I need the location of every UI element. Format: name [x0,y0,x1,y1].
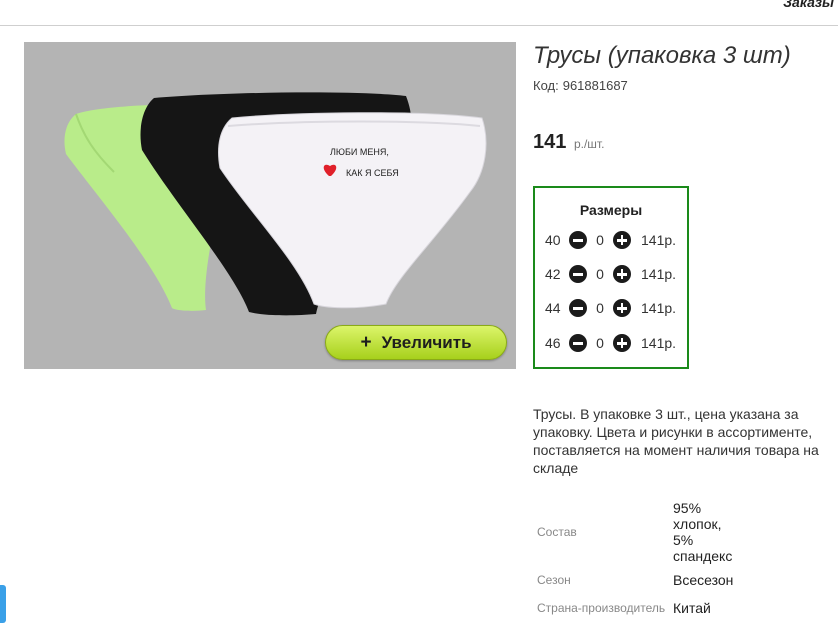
size-price: 141р. [641,300,677,316]
zoom-button[interactable]: + Увеличить [325,325,507,360]
season-label: Сезон [537,573,571,587]
quantity-value: 0 [596,300,604,316]
product-title: Трусы (упаковка 3 шт) [533,42,791,69]
product-code-label: Код: [533,78,559,93]
size-price: 141р. [641,266,677,282]
composition-value: 95% хлопок, 5% спандекс [673,500,733,564]
print-text-line1: ЛЮБИ МЕНЯ, [330,147,389,157]
size-label: 44 [545,300,561,316]
decrease-button[interactable] [569,265,587,283]
size-row-44: 44 0 141р. [545,298,685,318]
quantity-value: 0 [596,266,604,282]
orders-link[interactable]: Заказы [783,0,834,10]
decrease-button[interactable] [569,231,587,249]
increase-button[interactable] [613,299,631,317]
product-photo: ЛЮБИ МЕНЯ, КАК Я СЕБЯ [64,92,487,316]
minus-icon [573,239,583,242]
increase-button[interactable] [613,265,631,283]
price-unit: р./шт. [573,137,605,151]
print-text-line2: КАК Я СЕБЯ [346,168,399,178]
size-label: 46 [545,335,561,351]
country-label: Страна-производитель [537,601,666,615]
size-label: 40 [545,232,561,248]
product-code-value: 961881687 [562,78,628,93]
zoom-button-label: Увеличить [381,332,472,352]
minus-icon [573,273,583,276]
product-price: 141 р./шт. [533,131,604,154]
plus-icon: + [360,331,372,353]
minus-icon [573,307,583,310]
country-value: Китай [673,600,711,616]
product-image[interactable]: ЛЮБИ МЕНЯ, КАК Я СЕБЯ + Увеличить [24,42,516,369]
product-code: Код: 961881687 [533,78,628,93]
quantity-value: 0 [596,232,604,248]
sizes-panel: Размеры 40 0 141р. 42 0 141р. 44 0 141р.… [533,186,689,369]
decrease-button[interactable] [569,334,587,352]
size-row-40: 40 0 141р. [545,230,685,250]
price-value: 141 [533,131,567,153]
size-price: 141р. [641,335,677,351]
top-bar: Заказы [0,0,838,26]
quantity-value: 0 [596,335,604,351]
increase-button[interactable] [613,334,631,352]
composition-label: Состав [537,525,577,539]
decrease-button[interactable] [569,299,587,317]
sizes-title: Размеры [579,202,643,218]
size-label: 42 [545,266,561,282]
season-value: Всесезон [673,572,734,588]
size-row-42: 42 0 141р. [545,264,685,284]
size-row-46: 46 0 141р. [545,333,685,353]
minus-icon [573,342,583,345]
size-price: 141р. [641,232,677,248]
side-widget-icon[interactable] [0,585,6,623]
increase-button[interactable] [613,231,631,249]
product-description: Трусы. В упаковке 3 шт., цена указана за… [533,406,819,476]
